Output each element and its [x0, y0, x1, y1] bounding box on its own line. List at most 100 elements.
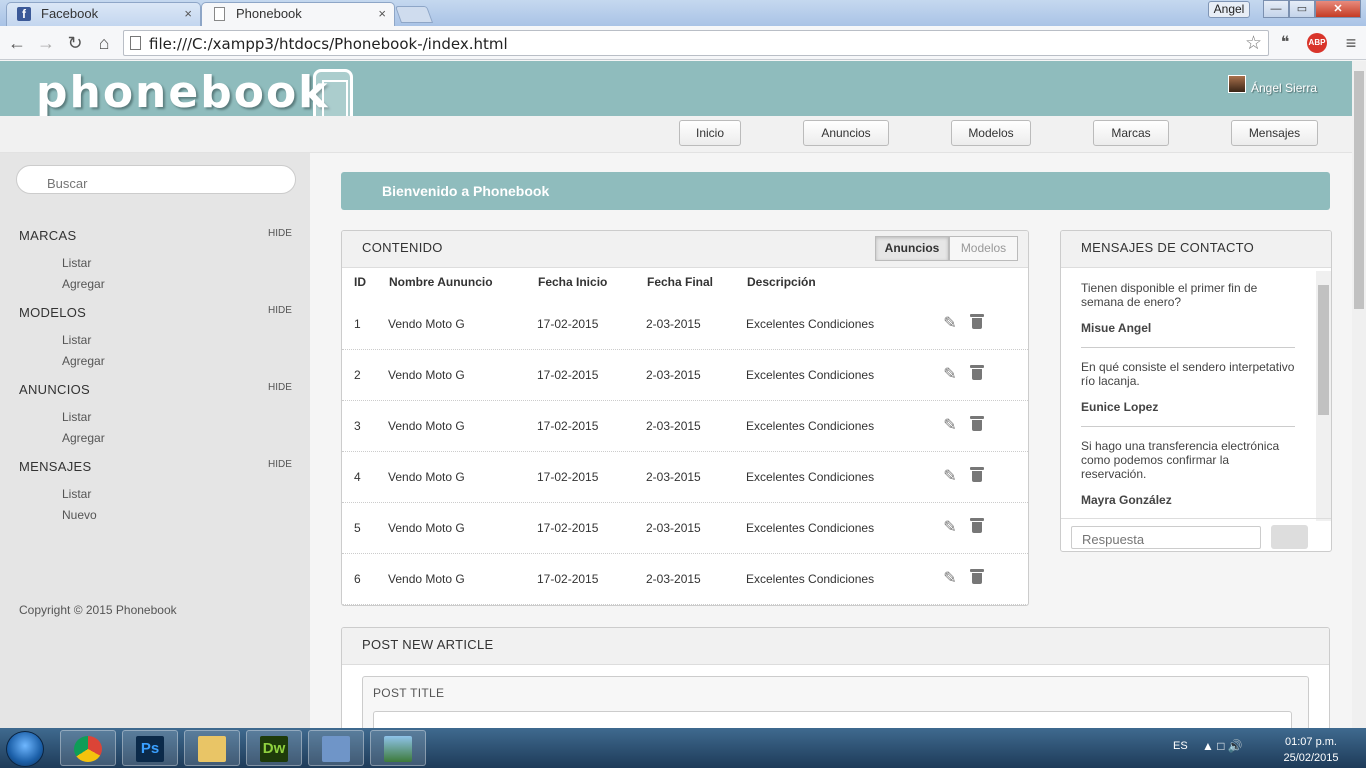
table-cell: Excelentes Condiciones	[746, 317, 875, 331]
close-window-button[interactable]: ✕	[1315, 0, 1361, 18]
taskbar-app-image-viewer[interactable]	[370, 730, 426, 766]
taskbar-app-virtualbox[interactable]	[308, 730, 364, 766]
minimize-button[interactable]: —	[1263, 0, 1289, 18]
back-arrow-icon[interactable]: ←	[6, 32, 28, 54]
page-icon	[130, 36, 141, 50]
table-row: 2 Vendo Moto G 17-02-2015 2-03-2015 Excelent…	[342, 350, 1028, 401]
tab-modelos[interactable]: Modelos	[949, 236, 1018, 261]
sidebar-heading-anuncios: ANUNCIOS	[19, 382, 91, 397]
post-title-input[interactable]	[373, 711, 1292, 728]
hide-toggle[interactable]: HIDE	[268, 382, 292, 393]
hangouts-icon[interactable]: ❝	[1274, 32, 1296, 54]
sidebar-heading-marcas: MARCAS	[19, 228, 77, 243]
table-cell: 17-02-2015	[537, 572, 599, 586]
delete-trash-icon[interactable]	[970, 467, 984, 483]
delete-trash-icon[interactable]	[970, 314, 984, 330]
panel-header: CONTENIDO Anuncios Modelos	[342, 231, 1028, 268]
delete-trash-icon[interactable]	[970, 365, 984, 381]
sidebar-link[interactable]: Listar	[62, 256, 91, 270]
explorer-icon	[198, 736, 226, 762]
hide-toggle[interactable]: HIDE	[268, 459, 292, 470]
edit-pencil-icon[interactable]: ✎	[940, 313, 960, 333]
panel-title: POST NEW ARTICLE	[362, 637, 494, 652]
address-bar[interactable]: file:///C:/xampp3/htdocs/Phonebook-/inde…	[123, 30, 1269, 56]
tab-phonebook[interactable]: Phonebook ×	[201, 2, 395, 27]
edit-pencil-icon[interactable]: ✎	[940, 517, 960, 537]
taskbar-app-photoshop[interactable]: Ps	[122, 730, 178, 766]
profile-button[interactable]: Angel	[1208, 1, 1250, 18]
new-tab-button[interactable]	[394, 6, 434, 23]
nav-marcas[interactable]: Marcas	[1093, 120, 1169, 146]
sidebar-link[interactable]: Listar	[62, 410, 91, 424]
close-tab-icon[interactable]: ×	[184, 6, 192, 21]
reply-input[interactable]	[1071, 526, 1261, 549]
table-cell: Vendo Moto G	[388, 317, 465, 331]
table-cell: 2-03-2015	[646, 572, 701, 586]
table-cell: Vendo Moto G	[388, 368, 465, 382]
forward-arrow-icon[interactable]: →	[35, 32, 57, 54]
sidebar-heading-mensajes: MENSAJES	[19, 459, 92, 474]
home-icon[interactable]: ⌂	[93, 32, 115, 54]
message-author: Mayra González	[1081, 493, 1172, 507]
page-scrollbar[interactable]	[1352, 61, 1366, 728]
edit-pencil-icon[interactable]: ✎	[940, 415, 960, 435]
virtualbox-icon	[322, 736, 350, 762]
site-logo[interactable]: phonebook	[36, 67, 329, 118]
sidebar-link[interactable]: Agregar	[62, 431, 105, 445]
nav-modelos[interactable]: Modelos	[951, 120, 1031, 146]
message-author: Misue Angel	[1081, 321, 1152, 335]
sidebar-link[interactable]: Agregar	[62, 354, 105, 368]
clock[interactable]: 01:07 p.m. 25/02/2015	[1281, 734, 1341, 766]
adblock-icon[interactable]: ABP	[1307, 33, 1327, 53]
delete-trash-icon[interactable]	[970, 416, 984, 432]
scrollbar-thumb[interactable]	[1318, 285, 1329, 415]
start-button[interactable]	[6, 731, 44, 767]
table-cell: Excelentes Condiciones	[746, 368, 875, 382]
reload-icon[interactable]: ↻	[64, 32, 86, 54]
hide-toggle[interactable]: HIDE	[268, 228, 292, 239]
messages-panel: MENSAJES DE CONTACTO Tienen disponible e…	[1060, 230, 1332, 552]
messages-scrollbar[interactable]	[1316, 271, 1331, 521]
sidebar-link[interactable]: Agregar	[62, 277, 105, 291]
taskbar-app-dreamweaver[interactable]: Dw	[246, 730, 302, 766]
divider	[1081, 347, 1295, 348]
table-cell: 2-03-2015	[646, 368, 701, 382]
url-text: file:///C:/xampp3/htdocs/Phonebook-/inde…	[149, 35, 508, 53]
message-author: Eunice Lopez	[1081, 400, 1159, 414]
hide-toggle[interactable]: HIDE	[268, 305, 292, 316]
delete-trash-icon[interactable]	[970, 569, 984, 585]
maximize-button[interactable]: ▭	[1289, 0, 1315, 18]
tab-title: Facebook	[41, 6, 99, 21]
tab-facebook[interactable]: f Facebook ×	[6, 2, 201, 26]
sidebar-link[interactable]: Nuevo	[62, 508, 97, 522]
system-tray-icons[interactable]: ▲ □ 🔊	[1202, 739, 1243, 753]
close-tab-icon[interactable]: ×	[378, 6, 386, 21]
windows-taskbar: Ps Dw ES ▲ □ 🔊 01:07 p.m. 25/02/2015	[0, 728, 1366, 768]
send-reply-button[interactable]	[1271, 525, 1308, 549]
sidebar-link[interactable]: Listar	[62, 487, 91, 501]
sidebar: MARCAS HIDE Listar Agregar MODELOS HIDE …	[0, 153, 310, 728]
post-article-panel: POST NEW ARTICLE POST TITLE	[341, 627, 1330, 728]
scrollbar-thumb[interactable]	[1354, 71, 1364, 309]
table-cell: Excelentes Condiciones	[746, 470, 875, 484]
tab-anuncios[interactable]: Anuncios	[875, 236, 949, 261]
edit-pencil-icon[interactable]: ✎	[940, 364, 960, 384]
menu-icon[interactable]: ≡	[1340, 32, 1362, 54]
table-cell: Excelentes Condiciones	[746, 572, 875, 586]
taskbar-app-explorer[interactable]	[184, 730, 240, 766]
sidebar-link[interactable]: Listar	[62, 333, 91, 347]
bookmark-star-icon[interactable]: ☆	[1245, 32, 1262, 55]
avatar[interactable]	[1228, 75, 1246, 93]
language-indicator[interactable]: ES	[1173, 740, 1188, 752]
edit-pencil-icon[interactable]: ✎	[940, 466, 960, 486]
nav-anuncios[interactable]: Anuncios	[803, 120, 889, 146]
search-input[interactable]	[16, 165, 296, 194]
nav-mensajes[interactable]: Mensajes	[1231, 120, 1318, 146]
nav-inicio[interactable]: Inicio	[679, 120, 741, 146]
message-text: En qué consiste el sendero interpetativo…	[1081, 360, 1295, 388]
user-name[interactable]: Ángel Sierra	[1251, 81, 1317, 95]
taskbar-app-chrome[interactable]	[60, 730, 116, 766]
edit-pencil-icon[interactable]: ✎	[940, 568, 960, 588]
delete-trash-icon[interactable]	[970, 518, 984, 534]
table-row: 4 Vendo Moto G 17-02-2015 2-03-2015 Excelent…	[342, 452, 1028, 503]
